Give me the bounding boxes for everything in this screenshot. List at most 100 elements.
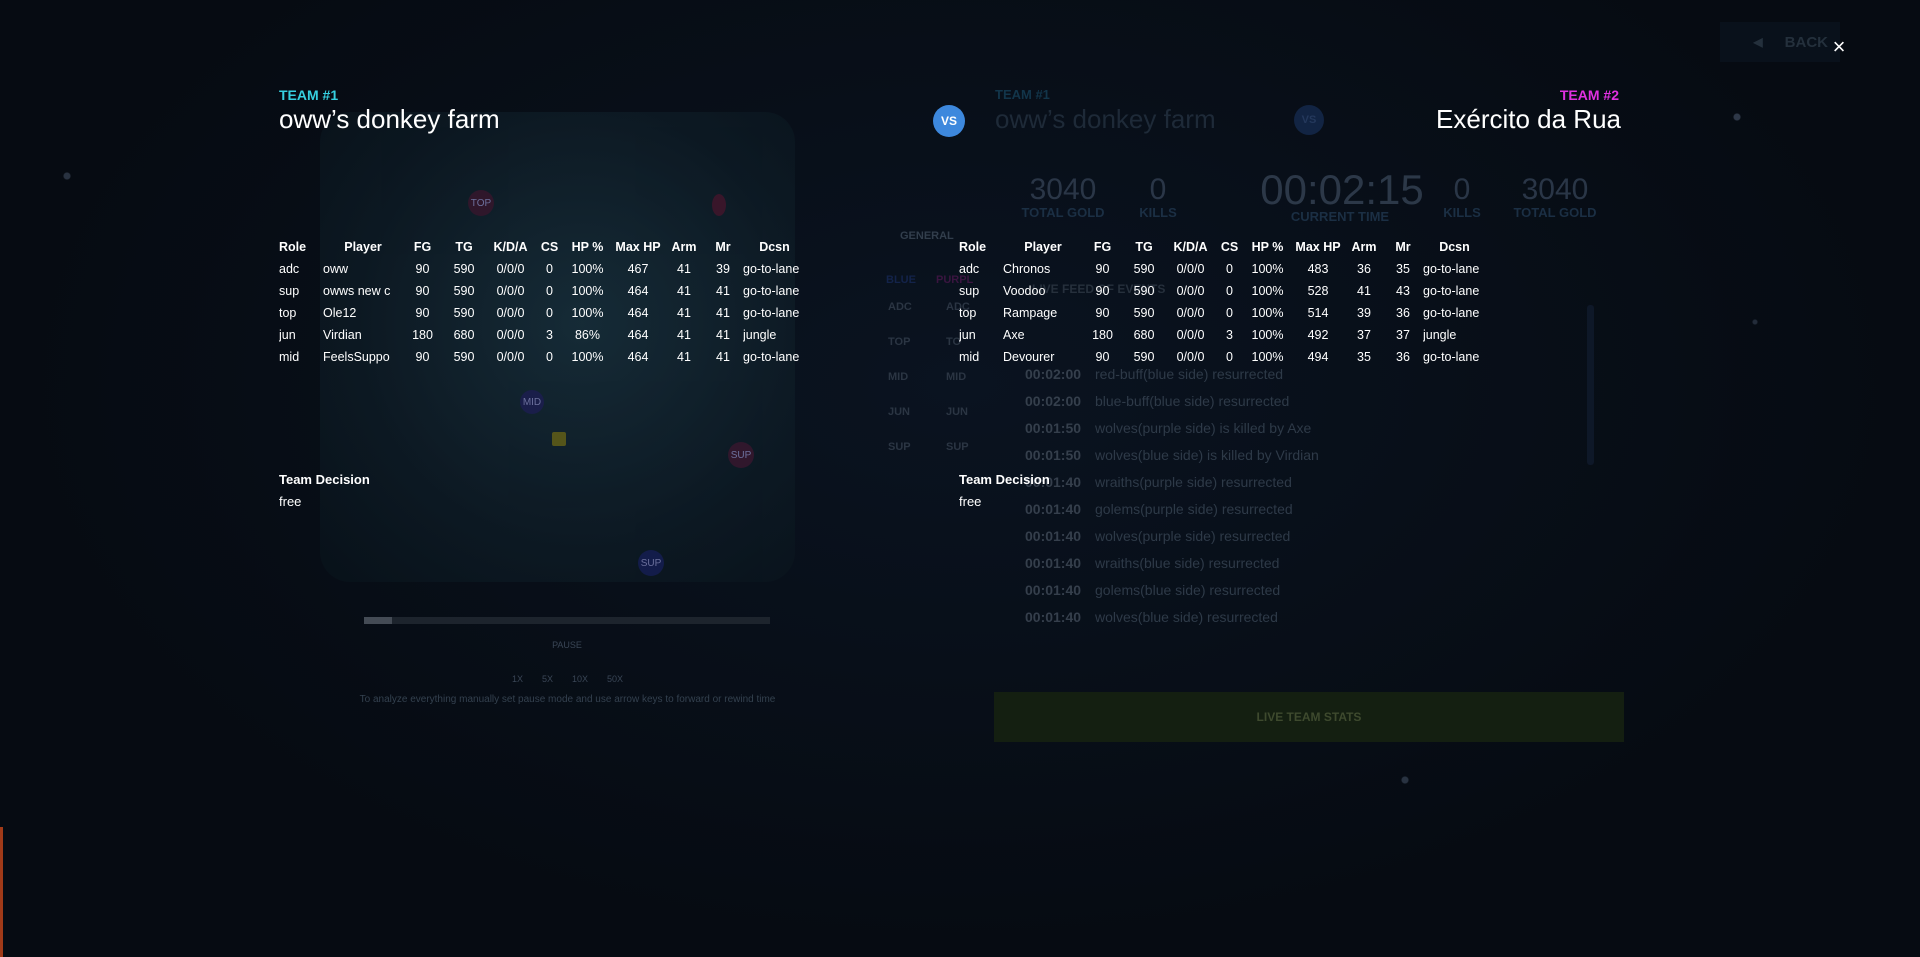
cell-fg: 90 — [1095, 350, 1110, 364]
cell-cs: 0 — [1226, 262, 1233, 276]
ghost-team1-name: oww’s donkey farm — [995, 104, 1216, 134]
blue-role-sup[interactable]: SUP — [888, 441, 911, 453]
cell-role: sup — [279, 284, 300, 298]
speed-1x-button[interactable]: 1X — [512, 674, 523, 684]
back-label: BACK — [1784, 33, 1828, 51]
cell-fg: 90 — [1095, 284, 1110, 298]
purple-role-mid[interactable]: MID — [946, 371, 966, 383]
cell-dcsn: go-to-lane — [743, 262, 800, 276]
map-marker-sup-blue: SUP — [638, 550, 664, 576]
speed-50x-button[interactable]: 50X — [607, 674, 623, 684]
column-header: Player — [344, 240, 382, 254]
feed-row: 00:01:40 golems(purple side) resurrected — [1025, 501, 1555, 528]
column-header: TG — [455, 240, 473, 254]
cell-mr: 37 — [1396, 328, 1410, 342]
column-header: Max HP — [615, 240, 661, 254]
cell-maxhp: 464 — [627, 284, 649, 298]
map-marker-sup-purple: SUP — [728, 442, 754, 468]
back-button[interactable]: ◀ BACK — [1720, 22, 1840, 62]
column-header: Max HP — [1295, 240, 1341, 254]
feed-scrollbar[interactable] — [1587, 305, 1594, 465]
cell-maxhp: 464 — [627, 350, 649, 364]
cell-mr: 35 — [1396, 262, 1410, 276]
map-marker-base — [712, 194, 726, 216]
column-header: Mr — [1395, 240, 1411, 254]
cell-dcsn: jungle — [743, 328, 777, 342]
cell-fg: 180 — [412, 328, 433, 342]
column-header: CS — [1220, 240, 1239, 254]
live-feed-list[interactable]: 00:02:00 red-buff(blue side) resurrected 0… — [1025, 366, 1555, 636]
cell-fg: 90 — [415, 284, 430, 298]
team2-header-row: Role Player FG TG K/D/A CS HP % Max HP Arm Mr Dcsn — [959, 236, 1486, 258]
right-kills: 0 — [1453, 173, 1471, 206]
cell-arm: 41 — [1357, 284, 1371, 298]
cell-player: Devourer — [1003, 350, 1055, 364]
right-total-gold-label: TOTAL GOLD — [1513, 205, 1597, 220]
feed-time: 00:01:40 — [1025, 555, 1082, 571]
cell-kda: 0/0/0 — [496, 350, 525, 364]
column-header: HP % — [571, 240, 604, 254]
map-marker-jungler — [552, 432, 566, 446]
blue-role-top[interactable]: TOP — [888, 336, 910, 348]
table-row: top Rampage 90 590 0/0/0 0 100% 514 39 36 go-to-la… — [959, 302, 1486, 324]
replay-progress-bar[interactable] — [364, 617, 770, 624]
cell-player: Chronos — [1003, 262, 1051, 276]
cell-maxhp: 483 — [1307, 262, 1329, 276]
column-header: K/D/A — [1173, 240, 1208, 254]
column-header: Player — [1024, 240, 1062, 254]
cell-dcsn: jungle — [1423, 328, 1457, 342]
cell-role: mid — [279, 350, 300, 364]
cell-hp: 100% — [571, 262, 604, 276]
cell-mr: 39 — [716, 262, 730, 276]
cell-mr: 41 — [716, 284, 730, 298]
table-row: mid FeelsSuppo 90 590 0/0/0 0 100% 464 41 41 go-to… — [279, 346, 806, 368]
cell-hp: 100% — [1251, 284, 1284, 298]
cell-fg: 90 — [1095, 262, 1110, 276]
cell-role: adc — [279, 262, 300, 276]
replay-hint: To analyze everything manually set pause… — [359, 694, 776, 705]
cell-tg: 590 — [453, 350, 475, 364]
cell-cs: 0 — [546, 284, 553, 298]
close-icon[interactable]: × — [1828, 36, 1850, 58]
feed-message: blue-buff(blue side) resurrected — [1095, 393, 1290, 409]
pause-button[interactable]: PAUSE — [540, 640, 594, 650]
cell-arm: 41 — [677, 262, 691, 276]
purple-role-jun[interactable]: JUN — [946, 406, 968, 418]
cell-maxhp: 467 — [627, 262, 649, 276]
cell-hp: 100% — [571, 350, 604, 364]
feed-message: wraiths(blue side) resurrected — [1095, 555, 1280, 571]
blue-role-jun[interactable]: JUN — [888, 406, 910, 418]
feed-row: 00:02:00 blue-buff(blue side) resurrected — [1025, 393, 1555, 420]
cell-kda: 0/0/0 — [1176, 328, 1205, 342]
column-header: K/D/A — [493, 240, 528, 254]
cell-player: Axe — [1003, 328, 1025, 342]
cell-maxhp: 528 — [1307, 284, 1329, 298]
cell-hp: 100% — [1251, 350, 1284, 364]
feed-row: 00:01:50 wolves(blue side) is killed by V… — [1025, 447, 1555, 474]
team1-stats-table: Role Player FG TG K/D/A CS HP % Max HP Arm Mr Dcsn… — [279, 236, 806, 368]
cell-role: top — [959, 306, 977, 320]
blue-role-adc[interactable]: ADC — [888, 301, 912, 313]
column-header: Arm — [1351, 240, 1377, 254]
speed-10x-button[interactable]: 10X — [572, 674, 588, 684]
cell-fg: 90 — [1095, 306, 1110, 320]
feed-message: golems(blue side) resurrected — [1095, 582, 1281, 598]
team2-stats-table: Role Player FG TG K/D/A CS HP % Max HP Arm Mr Dcsn… — [959, 236, 1486, 368]
cell-arm: 39 — [1357, 306, 1371, 320]
live-team-stats-button[interactable]: LIVE TEAM STATS — [994, 692, 1624, 742]
ghost-team1-label: TEAM #1 — [995, 87, 1050, 102]
map-marker-mid: MID — [520, 390, 544, 414]
cell-kda: 0/0/0 — [1176, 350, 1205, 364]
feed-time: 00:01:40 — [1025, 582, 1082, 598]
cell-player: Rampage — [1003, 306, 1058, 320]
cell-role: jun — [279, 328, 296, 342]
cell-fg: 180 — [1092, 328, 1113, 342]
cell-role: top — [279, 306, 297, 320]
purple-role-sup[interactable]: SUP — [946, 441, 969, 453]
cell-hp: 100% — [1251, 262, 1284, 276]
feed-row: 00:01:40 wolves(purple side) resurrected — [1025, 528, 1555, 555]
speed-5x-button[interactable]: 5X — [542, 674, 553, 684]
blue-role-mid[interactable]: MID — [888, 371, 908, 383]
tab-general[interactable]: GENERAL — [900, 230, 954, 242]
cell-mr: 41 — [716, 350, 730, 364]
